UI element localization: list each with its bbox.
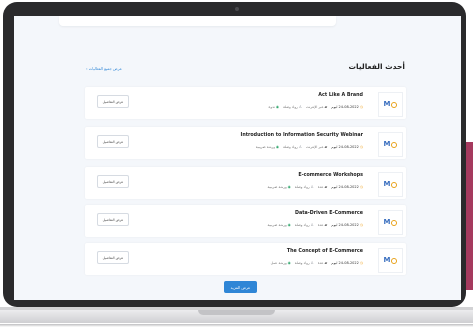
event-logo: M <box>378 248 403 273</box>
event-audience: ♙رواد وصلة <box>294 261 314 265</box>
event-format: ◉ورشة ضريبية <box>267 185 291 189</box>
map-pin-icon: ▰ <box>324 261 328 265</box>
view-details-button[interactable]: عرض التفاصيل <box>97 213 129 226</box>
event-date: ◷24-08-2022 ليوم <box>331 105 363 109</box>
event-logo: M <box>378 172 403 197</box>
partner-logo-ring-icon <box>391 101 398 108</box>
users-icon: ♙ <box>310 223 314 227</box>
event-location: ▰عبر الإنترنت <box>306 105 328 109</box>
event-title[interactable]: Introduction to Information Security Web… <box>241 133 363 138</box>
event-title[interactable]: E-commerce Workshops <box>298 173 363 178</box>
partner-logo-icon: M <box>383 100 391 108</box>
tag-icon: ◉ <box>287 261 291 265</box>
event-location: ▰عدة <box>317 185 328 189</box>
view-details-button[interactable]: عرض التفاصيل <box>97 95 129 108</box>
users-icon: ♙ <box>310 185 314 189</box>
event-title[interactable]: Data-Driven E-Commerce <box>295 211 363 216</box>
clock-icon: ◷ <box>359 185 363 189</box>
accent-side-bar <box>466 142 473 290</box>
event-row: M Data-Driven E-Commerce ◉ورشة ضريبية ♙ر… <box>85 205 406 237</box>
load-more-button[interactable]: عرض المزيد <box>224 281 257 293</box>
partner-logo-icon: M <box>383 218 391 226</box>
event-audience: ♙رواد وصلة <box>283 105 302 109</box>
event-date: ◷24-08-2022 ليوم <box>331 185 363 189</box>
tag-icon: ◉ <box>287 185 291 189</box>
event-title[interactable]: The Concept of E-Commerce <box>287 249 363 254</box>
clock-icon: ◷ <box>359 261 363 265</box>
event-location: ▰عدة <box>317 261 328 265</box>
event-meta: ◉ورشة ضريبية ♙رواد وصلة ▰عدة ◷24-08-2022… <box>267 223 363 227</box>
map-pin-icon: ▰ <box>324 145 328 149</box>
view-all-events-link[interactable]: عرض جميع الفعاليات › <box>86 66 122 71</box>
tag-icon: ◉ <box>287 223 291 227</box>
partner-logo-ring-icon <box>391 141 398 148</box>
screen: أحدث الفعاليات عرض جميع الفعاليات › M Ac… <box>14 16 461 300</box>
event-format: ◉ورشة ضريبية <box>255 145 280 149</box>
view-details-button[interactable]: عرض التفاصيل <box>97 135 129 148</box>
partner-logo-icon: M <box>383 180 391 188</box>
laptop-notch <box>198 310 275 315</box>
event-date: ◷24-08-2022 ليوم <box>331 223 363 227</box>
partner-logo-icon: M <box>383 256 391 264</box>
camera-icon <box>235 7 239 11</box>
event-row: M The Concept of E-Commerce ◉ورشة عمل ♙ر… <box>85 243 406 275</box>
users-icon: ♙ <box>298 145 302 149</box>
top-card <box>59 16 336 26</box>
event-title[interactable]: Act Like A Brand <box>318 93 363 98</box>
laptop-frame: أحدث الفعاليات عرض جميع الفعاليات › M Ac… <box>3 2 466 307</box>
event-audience: ♙رواد وصلة <box>294 223 314 227</box>
view-details-button[interactable]: عرض التفاصيل <box>97 251 129 264</box>
partner-logo-ring-icon <box>391 257 398 264</box>
event-date: ◷24-08-2022 ليوم <box>331 261 363 265</box>
event-row: M Act Like A Brand ◉ندوة ♙رواد وصلة ▰عبر… <box>85 87 406 119</box>
clock-icon: ◷ <box>359 105 363 109</box>
event-date: ◷24-08-2022 ليوم <box>331 145 363 149</box>
users-icon: ♙ <box>310 261 314 265</box>
event-audience: ♙رواد وصلة <box>294 185 314 189</box>
tag-icon: ◉ <box>275 145 280 149</box>
event-format: ◉ندوة <box>268 105 280 109</box>
clock-icon: ◷ <box>359 223 363 227</box>
event-logo: M <box>378 210 403 235</box>
map-pin-icon: ▰ <box>324 185 328 189</box>
map-pin-icon: ▰ <box>324 105 328 109</box>
event-meta: ◉ورشة ضريبية ♙رواد وصلة ▰عدة ◷24-08-2022… <box>267 185 363 189</box>
partner-logo-ring-icon <box>391 181 398 188</box>
event-logo: M <box>378 92 403 117</box>
event-format: ◉ورشة ضريبية <box>267 223 291 227</box>
view-details-button[interactable]: عرض التفاصيل <box>97 175 129 188</box>
users-icon: ♙ <box>298 105 302 109</box>
section-title: أحدث الفعاليات <box>348 62 405 71</box>
clock-icon: ◷ <box>359 145 363 149</box>
event-logo: M <box>378 132 403 157</box>
laptop-shadow <box>0 324 473 327</box>
event-meta: ◉ندوة ♙رواد وصلة ▰عبر الإنترنت ◷24-08-20… <box>269 105 363 109</box>
event-format: ◉ورشة عمل <box>270 261 291 265</box>
event-audience: ♙رواد وصلة <box>283 145 302 149</box>
partner-logo-icon: M <box>383 140 391 148</box>
event-meta: ◉ورشة ضريبية ♙رواد وصلة ▰عبر الإنترنت ◷2… <box>256 145 363 149</box>
event-meta: ◉ورشة عمل ♙رواد وصلة ▰عدة ◷24-08-2022 لي… <box>271 261 363 265</box>
event-row: M Introduction to Information Security W… <box>85 127 406 159</box>
event-row: M E-commerce Workshops ◉ورشة ضريبية ♙روا… <box>85 167 406 199</box>
map-pin-icon: ▰ <box>324 223 328 227</box>
tag-icon: ◉ <box>275 105 280 109</box>
event-location: ▰عبر الإنترنت <box>306 145 328 149</box>
event-location: ▰عدة <box>317 223 328 227</box>
partner-logo-ring-icon <box>391 219 398 226</box>
